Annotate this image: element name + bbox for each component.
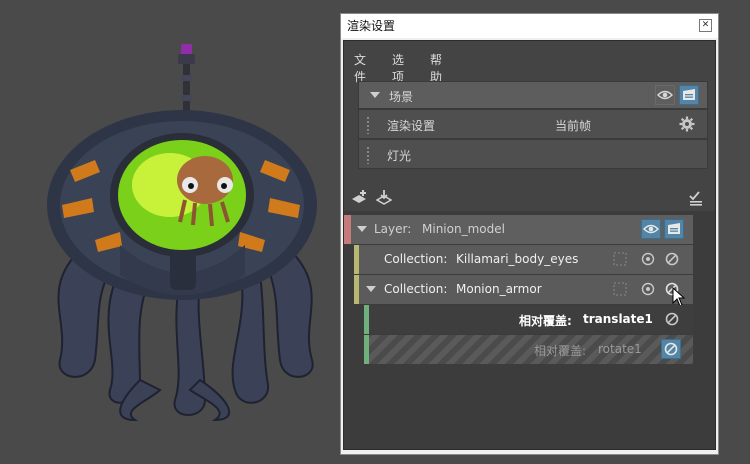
override-color-bar	[364, 335, 369, 364]
disable-icon[interactable]	[664, 251, 680, 267]
override-prefix: 相对覆盖:	[519, 314, 572, 328]
override-color-bar	[364, 305, 369, 334]
drag-handle-icon[interactable]	[366, 146, 370, 164]
disable-icon[interactable]	[661, 339, 681, 359]
chevron-down-icon[interactable]	[370, 92, 380, 98]
collection-prefix: Collection:	[384, 282, 448, 296]
isolate-select-icon[interactable]	[612, 251, 628, 267]
scene-label: 场景	[389, 90, 414, 104]
collection-row[interactable]: Collection: Killamari_body_eyes	[354, 245, 693, 274]
layer-row[interactable]: Layer: Minion_model	[344, 215, 693, 244]
add-layer-icon[interactable]	[351, 189, 369, 207]
window-title: 渲染设置	[347, 19, 396, 33]
checklist-icon[interactable]	[687, 189, 705, 207]
collection-row[interactable]: Collection: Monion_armor	[354, 275, 693, 307]
menu-file[interactable]: 文件	[354, 51, 366, 85]
render-clapper-icon[interactable]	[664, 219, 684, 239]
creature-model-image	[47, 44, 317, 422]
collection-name: Monion_armor	[456, 282, 542, 296]
render-settings-row[interactable]: 渲染设置 当前帧	[358, 109, 708, 139]
lights-row[interactable]: 灯光	[358, 139, 708, 169]
viewport[interactable]	[0, 0, 340, 461]
import-icon[interactable]	[375, 189, 393, 207]
scene-header[interactable]: 场景	[358, 81, 708, 109]
mouse-cursor-icon	[672, 287, 686, 307]
chevron-down-icon[interactable]	[366, 286, 376, 292]
current-frame-label: 当前帧	[555, 119, 592, 133]
menu-help[interactable]: 帮助	[430, 51, 442, 85]
override-row[interactable]: 相对覆盖: translate1	[364, 305, 693, 334]
solo-icon[interactable]	[640, 251, 656, 267]
chevron-down-icon[interactable]	[357, 226, 367, 232]
layer-tree: Layer: Minion_model Collection: Killamar…	[344, 211, 715, 449]
layer-prefix: Layer:	[374, 222, 412, 236]
title-bar[interactable]: 渲染设置 ✕	[341, 14, 718, 38]
layer-color-bar	[344, 215, 351, 244]
disable-icon[interactable]	[664, 311, 680, 327]
collection-name: Killamari_body_eyes	[456, 252, 579, 266]
render-settings-window: 渲染设置 ✕ 文件 选项 帮助 场景 渲染设置 当前帧 灯光 Layer: Mi…	[340, 13, 719, 455]
override-prefix: 相对覆盖:	[534, 344, 587, 358]
drag-handle-icon[interactable]	[366, 116, 370, 134]
override-row-disabled[interactable]: 相对覆盖: rotate1	[364, 335, 693, 364]
isolate-select-icon[interactable]	[612, 281, 628, 297]
eye-icon[interactable]	[655, 85, 675, 105]
eye-icon[interactable]	[641, 219, 661, 239]
gear-icon[interactable]	[679, 116, 695, 132]
layer-name: Minion_model	[422, 222, 505, 236]
override-name: translate1	[583, 312, 653, 326]
lights-label: 灯光	[387, 149, 412, 163]
menu-options[interactable]: 选项	[392, 51, 404, 85]
collection-color-bar	[354, 275, 359, 304]
collection-color-bar	[354, 245, 359, 274]
override-name: rotate1	[598, 342, 642, 356]
solo-icon[interactable]	[640, 281, 656, 297]
close-icon[interactable]: ✕	[699, 19, 712, 32]
window-client-area: 文件 选项 帮助 场景 渲染设置 当前帧 灯光 Layer: Minion_mo…	[343, 40, 716, 450]
collection-prefix: Collection:	[384, 252, 448, 266]
render-settings-label: 渲染设置	[387, 119, 436, 133]
render-clapper-icon[interactable]	[679, 85, 699, 105]
